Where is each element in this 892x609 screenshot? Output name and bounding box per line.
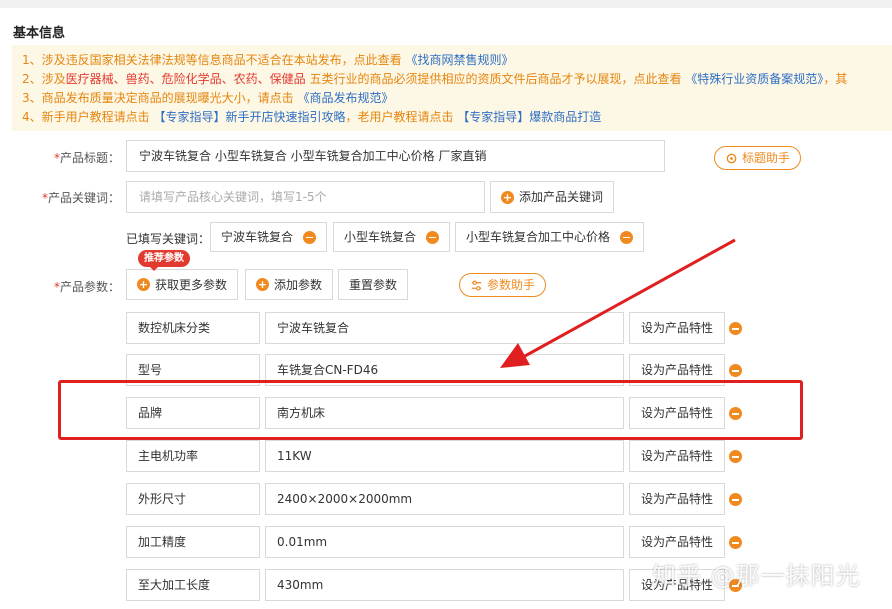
param-name-field[interactable]: 外形尺寸 — [126, 483, 260, 515]
button-label: 添加参数 — [274, 277, 323, 292]
param-name-field[interactable]: 数控机床分类 — [126, 312, 260, 344]
notice-line-3: 3、商品发布质量决定商品的展现曝光大小，请点击 《商品发布规范》 — [22, 89, 882, 108]
plus-icon: + — [256, 278, 269, 291]
param-value-field[interactable]: 车铣复合CN-FD46 — [265, 354, 624, 386]
set-feature-button[interactable]: 设为产品特性 — [629, 312, 725, 344]
notice-line-2: 2、涉及医疗器械、兽药、危险化学品、农药、保健品 五类行业的商品必须提供相应的资… — [22, 70, 882, 89]
prohibited-rules-link[interactable]: 《找商网禁售规则》 — [405, 53, 513, 67]
param-name-field[interactable]: 主电机功率 — [126, 440, 260, 472]
expert-guide-link[interactable]: 【专家指导】爆款商品打造 — [457, 110, 601, 124]
settings-icon — [726, 153, 737, 163]
title-assistant-button[interactable]: 标题助手 — [714, 146, 802, 170]
notice-text: 2、涉及 — [22, 72, 66, 86]
param-value-field[interactable]: 430mm — [265, 569, 624, 601]
notice-text: ，老用户教程请点击 — [345, 110, 458, 124]
keyword-input[interactable]: 请填写产品核心关键词，填写1-5个 — [126, 181, 485, 213]
add-keyword-button[interactable]: + 添加产品关键词 — [490, 181, 615, 213]
remove-param-icon[interactable] — [729, 493, 742, 506]
keyword-tag: 小型车铣复合 — [333, 222, 451, 252]
product-title-input[interactable]: 宁波车铣复合 小型车铣复合 小型车铣复合加工中心价格 厂家直销 — [126, 140, 665, 172]
button-label: 重置参数 — [349, 277, 398, 292]
filled-keywords-label: 已填写关键词： — [126, 232, 211, 246]
notice-text: 3、商品发布质量决定商品的展现曝光大小，请点击 — [22, 91, 298, 105]
notice-text: 五类行业的商品必须提供相应的资质文件后商品才予以展现，点此查看 — [305, 72, 686, 86]
restricted-categories: 医疗器械、兽药、危险化学品、农药、保健品 — [65, 72, 306, 86]
keyword-text: 小型车铣复合加工中心价格 — [466, 230, 611, 244]
param-name-field[interactable]: 至大加工长度 — [126, 569, 260, 601]
remove-icon[interactable] — [303, 230, 317, 244]
notice-panel: 1、涉及违反国家相关法律法规等信息商品不适合在本站发布，点此查看 《找商网禁售规… — [12, 45, 892, 131]
product-keywords-label: *产品关键词： — [10, 189, 120, 206]
param-value-field[interactable]: 0.01mm — [265, 526, 624, 558]
remove-icon[interactable] — [426, 230, 440, 244]
set-feature-button[interactable]: 设为产品特性 — [629, 397, 725, 429]
newbie-guide-link[interactable]: 【专家指导】新手开店快速指引攻略 — [153, 110, 345, 124]
notice-line-4: 4、新手用户教程请点击 【专家指导】新手开店快速指引攻略，老用户教程请点击 【专… — [22, 108, 882, 127]
sliders-icon — [471, 279, 482, 291]
reset-params-button[interactable]: 重置参数 — [338, 269, 409, 300]
keyword-text: 宁波车铣复合 — [221, 230, 294, 244]
add-param-button[interactable]: + 添加参数 — [245, 269, 334, 300]
label-text: 产品标题： — [59, 151, 120, 165]
param-name-field[interactable]: 型号 — [126, 354, 260, 386]
set-feature-button[interactable]: 设为产品特性 — [629, 483, 725, 515]
watermark: 知乎 @那一抹阳光 — [652, 562, 861, 590]
notice-text: 1、涉及违反国家相关法律法规等信息商品不适合在本站发布，点此查看 — [22, 53, 402, 67]
button-label: 添加产品关键词 — [519, 190, 604, 204]
remove-param-icon[interactable] — [729, 536, 742, 549]
keyword-tag: 小型车铣复合加工中心价格 — [455, 222, 645, 252]
remove-param-icon[interactable] — [729, 322, 742, 335]
keyword-tag: 宁波车铣复合 — [210, 222, 328, 252]
product-params-label: *产品参数： — [10, 278, 120, 295]
label-text: 产品关键词： — [47, 191, 120, 205]
set-feature-button[interactable]: 设为产品特性 — [629, 526, 725, 558]
special-industry-rules-link[interactable]: 《特殊行业资质备案规范》 — [685, 72, 823, 86]
param-name-field[interactable]: 加工精度 — [126, 526, 260, 558]
top-bar — [0, 0, 892, 8]
notice-text: 4、新手用户教程请点击 — [22, 110, 154, 124]
notice-line-1: 1、涉及违反国家相关法律法规等信息商品不适合在本站发布，点此查看 《找商网禁售规… — [22, 51, 882, 70]
param-assistant-button[interactable]: 参数助手 — [459, 273, 547, 297]
param-value-field[interactable]: 11KW — [265, 440, 624, 472]
recommended-badge: 推荐参数 — [138, 250, 190, 271]
section-title: 基本信息 — [13, 26, 66, 41]
plus-icon: + — [137, 278, 150, 291]
product-title-label: *产品标题： — [10, 149, 120, 166]
param-name-field[interactable]: 品牌 — [126, 397, 260, 429]
plus-icon: + — [501, 190, 514, 204]
publish-rules-link[interactable]: 《商品发布规范》 — [297, 91, 393, 105]
notice-text: ，其 — [823, 72, 848, 86]
remove-param-icon[interactable] — [729, 450, 742, 463]
keyword-text: 小型车铣复合 — [344, 230, 417, 244]
button-label: 获取更多参数 — [155, 277, 228, 292]
param-value-field[interactable]: 南方机床 — [265, 397, 624, 429]
remove-param-icon[interactable] — [729, 364, 742, 377]
remove-param-icon[interactable] — [729, 407, 742, 420]
remove-icon[interactable] — [620, 230, 634, 244]
get-more-params-button[interactable]: + 获取更多参数 — [126, 269, 239, 300]
set-feature-button[interactable]: 设为产品特性 — [629, 440, 725, 472]
set-feature-button[interactable]: 设为产品特性 — [629, 354, 725, 386]
button-label: 标题助手 — [742, 151, 791, 165]
param-value-field[interactable]: 宁波车铣复合 — [265, 312, 624, 344]
param-value-field[interactable]: 2400×2000×2000mm — [265, 483, 624, 515]
button-label: 参数助手 — [487, 278, 536, 292]
label-text: 产品参数： — [59, 280, 120, 294]
